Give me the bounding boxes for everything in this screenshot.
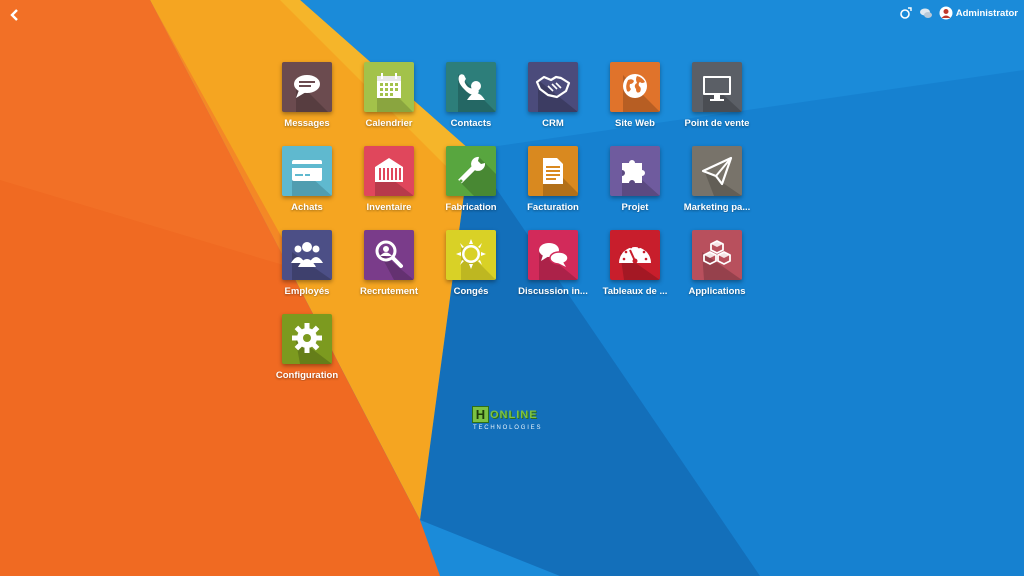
app-label: Point de vente bbox=[684, 118, 750, 129]
app-calendrier[interactable]: Calendrier bbox=[344, 62, 434, 142]
company-logo: H ONLINE TECHNOLOGIES bbox=[472, 405, 556, 435]
chevron-left-icon[interactable] bbox=[6, 6, 22, 24]
app-tile bbox=[610, 146, 660, 196]
credit-card-icon bbox=[292, 160, 332, 196]
app-label: Congés bbox=[453, 286, 489, 297]
user-avatar-icon bbox=[939, 6, 953, 20]
app-tile bbox=[446, 230, 496, 280]
app-label: Messages bbox=[284, 118, 330, 129]
app-inventaire[interactable]: Inventaire bbox=[344, 146, 434, 226]
app-label: Calendrier bbox=[365, 118, 413, 129]
app-tableaux[interactable]: Tableaux de ... bbox=[590, 230, 680, 310]
document-icon bbox=[543, 158, 578, 196]
app-label: Applications bbox=[688, 286, 746, 297]
app-tile bbox=[692, 230, 742, 280]
app-tile bbox=[692, 146, 742, 196]
calendar-icon bbox=[377, 73, 414, 112]
app-tile bbox=[364, 62, 414, 112]
app-label: Facturation bbox=[527, 202, 579, 213]
gauge-icon bbox=[619, 245, 660, 280]
sun-icon bbox=[456, 239, 496, 280]
app-tile bbox=[692, 62, 742, 112]
puzzle-icon bbox=[622, 160, 660, 196]
gear-icon bbox=[292, 323, 332, 364]
chat-icon[interactable] bbox=[919, 6, 933, 20]
app-label: Configuration bbox=[275, 370, 339, 381]
app-label: Site Web bbox=[615, 118, 655, 129]
app-label: Marketing pa... bbox=[683, 202, 751, 213]
cubes-icon bbox=[702, 240, 742, 280]
app-tile bbox=[528, 146, 578, 196]
app-conges[interactable]: Congés bbox=[426, 230, 516, 310]
app-fabrication[interactable]: Fabrication bbox=[426, 146, 516, 226]
monitor-icon bbox=[703, 76, 742, 112]
app-projet[interactable]: Projet bbox=[590, 146, 680, 226]
app-recrutement[interactable]: Recrutement bbox=[344, 230, 434, 310]
app-tile bbox=[610, 62, 660, 112]
users-icon bbox=[291, 242, 332, 280]
chat-bubbles-icon bbox=[539, 243, 578, 280]
app-configuration[interactable]: Configuration bbox=[262, 314, 352, 394]
app-tile bbox=[282, 62, 332, 112]
wrench-icon bbox=[458, 156, 496, 196]
app-label: CRM bbox=[542, 118, 564, 129]
handshake-icon bbox=[535, 75, 578, 112]
app-point-de-vente[interactable]: Point de vente bbox=[672, 62, 762, 142]
warehouse-icon bbox=[375, 158, 414, 196]
paper-plane-icon bbox=[701, 156, 742, 196]
app-tile bbox=[610, 230, 660, 280]
app-tile bbox=[528, 62, 578, 112]
logo-h-box: H bbox=[472, 406, 489, 423]
app-tile bbox=[364, 230, 414, 280]
app-employes[interactable]: Employés bbox=[262, 230, 352, 310]
app-tile bbox=[282, 314, 332, 364]
app-messages[interactable]: Messages bbox=[262, 62, 352, 142]
logo-mark: H ONLINE bbox=[472, 405, 538, 424]
app-site-web[interactable]: Site Web bbox=[590, 62, 680, 142]
app-tile bbox=[282, 146, 332, 196]
app-facturation[interactable]: Facturation bbox=[508, 146, 598, 226]
app-label: Discussion in... bbox=[518, 286, 588, 297]
speech-bubble-icon bbox=[294, 75, 332, 112]
top-bar: Administrator bbox=[0, 0, 1024, 30]
magnifier-icon bbox=[375, 240, 414, 280]
app-label: Recrutement bbox=[359, 286, 419, 297]
odoo-icon[interactable] bbox=[899, 6, 913, 20]
globe-icon bbox=[623, 74, 660, 112]
app-label: Tableaux de ... bbox=[602, 286, 668, 297]
logo-subtitle: TECHNOLOGIES bbox=[473, 425, 543, 431]
user-name: Administrator bbox=[955, 7, 1018, 19]
app-tile bbox=[528, 230, 578, 280]
app-label: Achats bbox=[291, 202, 323, 213]
app-achats[interactable]: Achats bbox=[262, 146, 352, 226]
app-contacts[interactable]: Contacts bbox=[426, 62, 516, 142]
logo-word: ONLINE bbox=[490, 408, 538, 421]
app-tile bbox=[282, 230, 332, 280]
user-menu[interactable]: Administrator bbox=[939, 6, 1018, 20]
app-label: Contacts bbox=[450, 118, 492, 129]
top-right-menu: Administrator bbox=[899, 6, 1018, 20]
contacts-icon bbox=[458, 74, 496, 112]
app-applications[interactable]: Applications bbox=[672, 230, 762, 310]
app-crm[interactable]: CRM bbox=[508, 62, 598, 142]
app-label: Fabrication bbox=[445, 202, 497, 213]
app-tile bbox=[446, 62, 496, 112]
app-marketing[interactable]: Marketing pa... bbox=[672, 146, 762, 226]
app-tile bbox=[364, 146, 414, 196]
app-label: Employés bbox=[284, 286, 330, 297]
app-discussion[interactable]: Discussion in... bbox=[508, 230, 598, 310]
app-label: Inventaire bbox=[366, 202, 412, 213]
app-label: Projet bbox=[621, 202, 649, 213]
app-tile bbox=[446, 146, 496, 196]
